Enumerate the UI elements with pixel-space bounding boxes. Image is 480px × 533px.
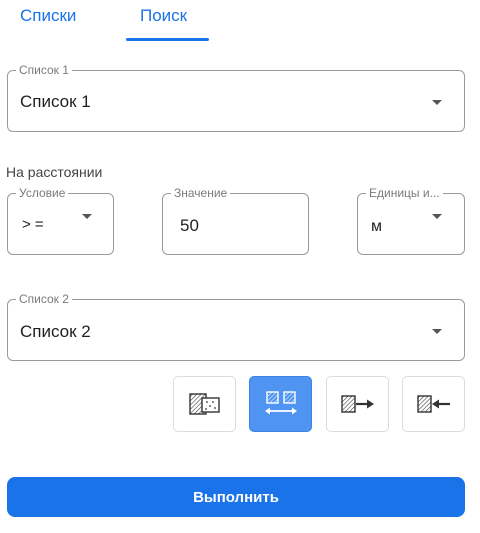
chevron-down-icon	[432, 100, 442, 105]
tab-search[interactable]: Поиск	[140, 6, 187, 26]
units-legend: Единицы и...	[366, 186, 443, 200]
value-legend: Значение	[171, 186, 231, 200]
list2-legend: Список 2	[16, 292, 72, 306]
move-right-mode-button[interactable]	[326, 376, 389, 432]
tab-lists[interactable]: Списки	[20, 6, 76, 26]
list2-value: Список 2	[20, 322, 91, 341]
list1-select[interactable]: Список 1 Список 1	[7, 63, 465, 132]
chevron-down-icon	[82, 214, 92, 219]
list1-value: Список 1	[20, 92, 91, 111]
units-select[interactable]: Единицы и... м	[357, 186, 465, 255]
move-left-mode-button[interactable]	[402, 376, 465, 432]
active-tab-indicator	[126, 38, 209, 41]
list1-legend: Список 1	[16, 63, 72, 77]
condition-select[interactable]: Условие > =	[7, 186, 114, 255]
list2-select[interactable]: Список 2 Список 2	[7, 292, 465, 361]
value-text: 50	[180, 216, 199, 235]
value-input[interactable]: Значение 50	[162, 186, 309, 255]
arrow-right-icon	[340, 395, 374, 413]
units-value: м	[371, 218, 382, 235]
overlap-icon	[188, 393, 220, 415]
run-button[interactable]: Выполнить	[7, 477, 465, 517]
distance-icon	[264, 391, 297, 415]
tab-bar: Списки Поиск	[0, 0, 480, 44]
chevron-down-icon	[432, 214, 442, 219]
arrow-left-icon	[416, 395, 450, 413]
chevron-down-icon	[432, 329, 442, 334]
condition-legend: Условие	[16, 186, 69, 200]
overlap-mode-button[interactable]	[173, 376, 236, 432]
distance-mode-button[interactable]	[249, 376, 312, 432]
distance-label: На расстоянии	[6, 164, 103, 180]
condition-value: > =	[22, 216, 44, 233]
